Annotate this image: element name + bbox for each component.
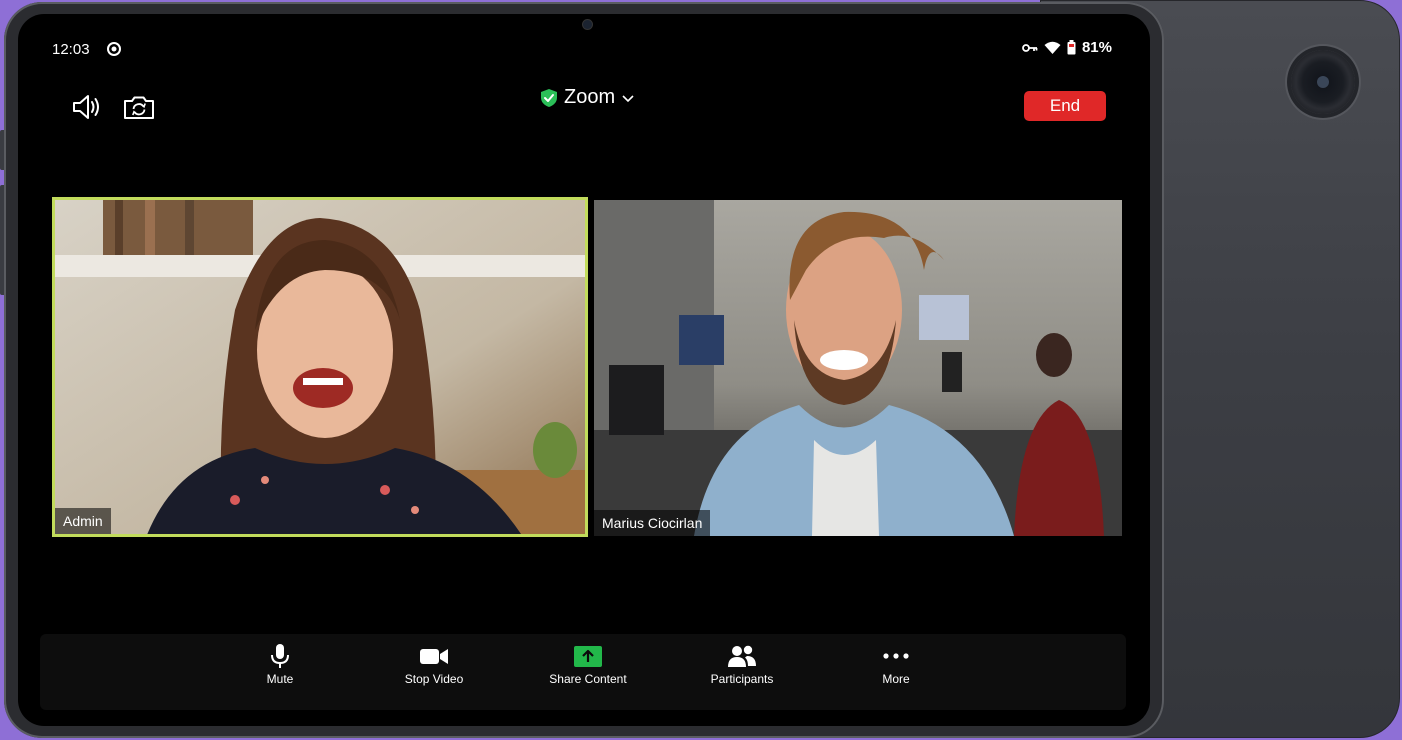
participant-video-feed [55,200,585,534]
share-screen-icon [574,646,602,667]
status-bar: 12:03 81% [18,36,1150,62]
status-indicators: 81% [1022,39,1112,56]
participant-name-label: Marius Ciocirlan [594,510,711,536]
mute-button[interactable]: Mute [230,642,330,702]
more-dots-icon [883,653,909,659]
battery-level: 81% [1081,39,1112,56]
meeting-title: Zoom [564,86,616,108]
meeting-title-dropdown[interactable]: Zoom [540,86,635,109]
battery-icon [1067,40,1076,55]
speaker-icon[interactable] [70,92,104,122]
vpn-key-icon [1022,43,1038,52]
notification-icon [107,42,121,56]
meeting-screen: 12:03 81% Zoom End Admin Marius Ciocirla… [18,14,1150,726]
more-label: More [882,672,910,686]
participants-label: Participants [710,672,774,686]
participant-name-label: Admin [55,508,111,534]
front-camera [583,20,592,29]
meeting-controls-toolbar: Mute Stop Video Share Content Participan… [40,634,1126,710]
participants-button[interactable]: Participants [692,642,792,702]
video-tile-admin[interactable]: Admin [52,197,588,537]
tablet-device: 12:03 81% Zoom End Admin Marius Ciocirla… [4,2,1164,738]
microphone-icon [271,644,289,668]
stop-video-label: Stop Video [404,672,464,686]
stop-video-button[interactable]: Stop Video [384,642,484,702]
share-content-button[interactable]: Share Content [538,642,638,702]
wifi-icon [1044,41,1061,54]
status-time: 12:03 [52,41,90,58]
more-button[interactable]: More [846,642,946,702]
participants-icon [728,645,756,667]
chevron-down-icon [622,94,634,102]
encryption-shield-icon [541,88,557,107]
video-tile-marius[interactable]: Marius Ciocirlan [594,200,1122,536]
end-meeting-button[interactable]: End [1024,91,1106,121]
rear-camera [1291,50,1355,114]
participant-video-feed [594,200,1122,536]
switch-camera-icon[interactable] [122,92,156,122]
video-camera-icon [420,649,448,664]
mute-label: Mute [266,672,294,686]
share-content-label: Share Content [549,672,627,686]
